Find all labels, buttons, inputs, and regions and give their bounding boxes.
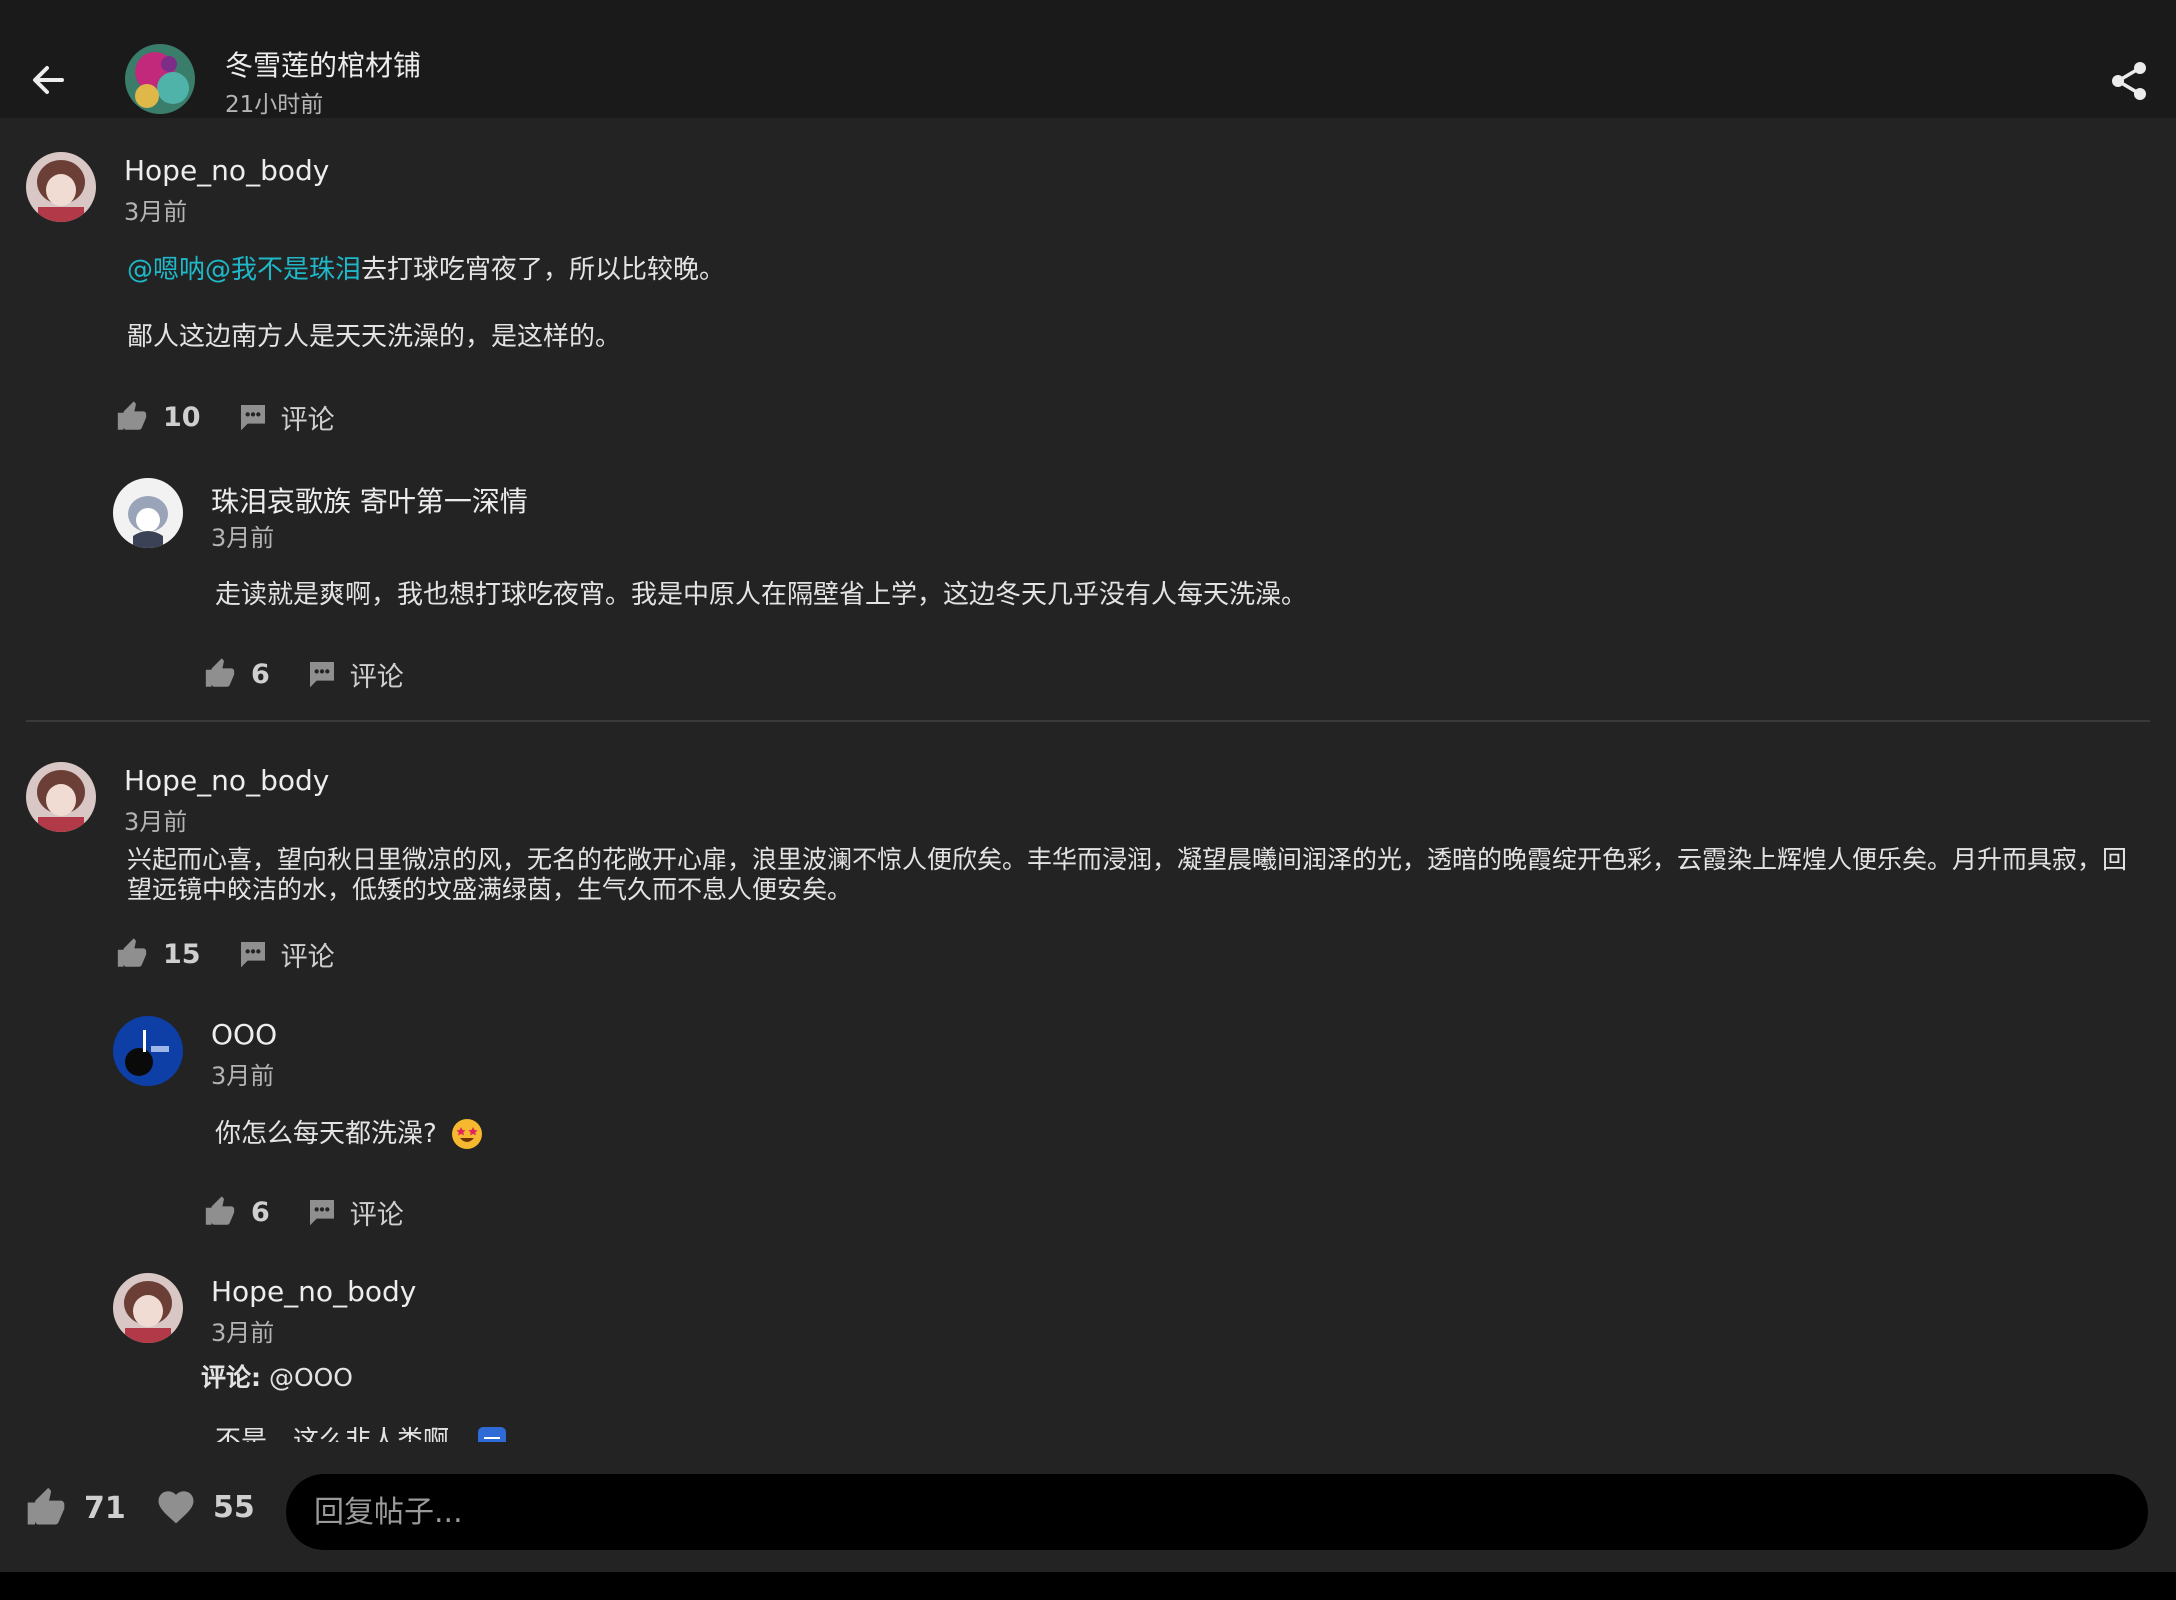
thumbs-up-icon xyxy=(117,401,147,430)
reply-to-mention[interactable]: @OOO xyxy=(269,1363,353,1392)
bottom-action-bar: 71 55 xyxy=(0,1442,2176,1572)
share-icon xyxy=(2112,62,2146,100)
comment-text: @嗯呐@我不是珠泪去打球吃宵夜了，所以比较晚。 xyxy=(127,255,726,285)
comment-button[interactable]: 评论 xyxy=(237,935,335,974)
share-button[interactable] xyxy=(2110,60,2148,102)
comment-text: 鄙人这边南方人是天天洗澡的，是这样的。 xyxy=(127,322,622,352)
like-button[interactable]: 10 xyxy=(115,400,201,434)
comment-label: 评论 xyxy=(349,1199,404,1231)
comment-time: 3月前 xyxy=(124,808,188,836)
comment-button[interactable]: 评论 xyxy=(306,1193,404,1232)
like-button[interactable]: 6 xyxy=(203,657,270,691)
comment-text: 不是，这么非人类啊 xyxy=(215,1426,507,1442)
avatar[interactable] xyxy=(113,478,183,548)
comment-bubble-icon xyxy=(240,405,265,431)
thumbs-up-icon xyxy=(205,658,235,687)
favorite-button[interactable]: 55 xyxy=(155,1486,255,1528)
comment-text: 兴起而心喜，望向秋日里微凉的风，无名的花敞开心扉，浪里波澜不惊人便欣矣。丰华而浸… xyxy=(127,845,2128,904)
post-like-count: 71 xyxy=(84,1490,126,1526)
comment-actions: 6 评论 xyxy=(203,654,404,694)
clipped-comment-area: 不是，这么非人类啊 xyxy=(0,1400,2176,1442)
comment-time: 3月前 xyxy=(211,1062,275,1090)
comment-time: 3月前 xyxy=(211,524,275,552)
post-like-button[interactable]: 71 xyxy=(24,1486,126,1530)
post-time: 21小时前 xyxy=(225,92,324,118)
emoji-icon xyxy=(478,1427,507,1442)
username[interactable]: 珠泪哀歌族 寄叶第一深情 xyxy=(211,480,528,520)
comment-bubble-icon xyxy=(309,1200,334,1226)
reply-input[interactable] xyxy=(286,1474,2148,1550)
like-count: 10 xyxy=(163,401,201,433)
comment-label: 评论 xyxy=(280,941,335,973)
thread-divider xyxy=(26,720,2150,722)
avatar[interactable] xyxy=(26,762,96,832)
system-navigation-bar xyxy=(0,1572,2176,1600)
avatar[interactable] xyxy=(26,152,96,222)
back-button[interactable] xyxy=(28,55,68,105)
comment-text: 你怎么每天都洗澡? xyxy=(215,1118,483,1150)
comment-actions: 15 评论 xyxy=(115,934,335,974)
like-count: 6 xyxy=(251,1196,270,1228)
comment-button[interactable]: 评论 xyxy=(237,398,335,437)
channel-title: 冬雪莲的棺材铺 xyxy=(225,49,422,82)
username[interactable]: Hope_no_body xyxy=(124,764,329,797)
comment-button[interactable]: 评论 xyxy=(306,655,404,694)
like-button[interactable]: 6 xyxy=(203,1195,270,1229)
thumbs-up-icon xyxy=(117,938,147,967)
username[interactable]: Hope_no_body xyxy=(124,154,329,187)
avatar[interactable] xyxy=(113,1016,183,1086)
heart-icon xyxy=(158,1491,194,1524)
comment-time: 3月前 xyxy=(124,198,188,226)
top-bar: 冬雪莲的棺材铺 21小时前 xyxy=(0,0,2176,118)
comment-text: 走读就是爽啊，我也想打球吃夜宵。我是中原人在隔壁省上学，这边冬天几乎没有人每天洗… xyxy=(215,580,1308,610)
mention-link[interactable]: @嗯呐@我不是珠泪 xyxy=(127,255,361,285)
comment-time: 3月前 xyxy=(211,1319,275,1347)
username[interactable]: Hope_no_body xyxy=(211,1275,416,1308)
favorite-count: 55 xyxy=(213,1489,255,1525)
comment-actions: 6 评论 xyxy=(203,1192,404,1232)
thumbs-up-icon xyxy=(27,1487,65,1525)
star-eyes-emoji-icon xyxy=(451,1119,482,1149)
reply-reference: 评论: @OOO xyxy=(201,1363,353,1392)
like-count: 15 xyxy=(163,938,201,970)
comment-bubble-icon xyxy=(309,662,334,688)
like-button[interactable]: 15 xyxy=(115,937,201,971)
comment-label: 评论 xyxy=(349,661,404,693)
comment-label: 评论 xyxy=(280,404,335,436)
comment-actions: 10 评论 xyxy=(115,397,335,437)
thumbs-up-icon xyxy=(205,1196,235,1225)
arrow-left-icon xyxy=(33,66,64,94)
username[interactable]: OOO xyxy=(211,1018,277,1051)
avatar[interactable] xyxy=(113,1273,183,1343)
like-count: 6 xyxy=(251,658,270,690)
channel-avatar[interactable] xyxy=(125,44,195,114)
comment-bubble-icon xyxy=(240,942,265,968)
